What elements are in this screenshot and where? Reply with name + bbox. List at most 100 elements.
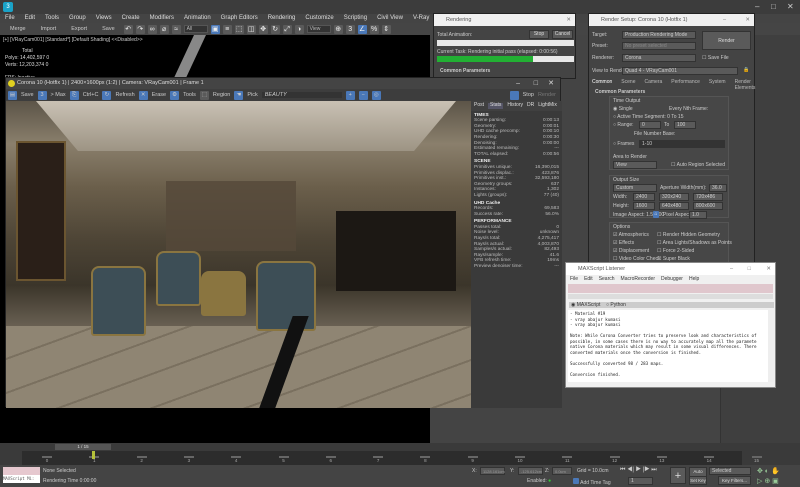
pick-icon[interactable]: ☚ xyxy=(234,90,244,100)
import-button[interactable]: Import xyxy=(35,26,63,32)
tab-post[interactable]: Post xyxy=(474,102,484,109)
bind-space-warp-icon[interactable]: ≈ xyxy=(171,24,181,34)
listener-menu-search[interactable]: Search xyxy=(599,276,615,282)
option-checkbox[interactable]: ☐ Area Lights/Shadows as Points xyxy=(657,240,732,246)
menu-views[interactable]: Views xyxy=(91,14,117,23)
y-coord-field[interactable]: -125.612cm xyxy=(518,467,543,475)
option-checkbox[interactable]: ☐ Force 2-Sided xyxy=(657,248,694,254)
listener-menu-debugger[interactable]: Debugger xyxy=(661,276,683,282)
listener-menu-macrorecorder[interactable]: MacroRecorder xyxy=(621,276,655,282)
menu-v-ray[interactable]: V-Ray xyxy=(408,14,434,23)
scale-icon[interactable]: ⤢ xyxy=(282,24,292,34)
tab-stats[interactable]: Stats xyxy=(488,102,504,109)
menu-modifiers[interactable]: Modifiers xyxy=(145,14,179,23)
minimize-icon[interactable]: – xyxy=(730,263,733,275)
aperture-field[interactable]: 36.0 xyxy=(709,184,727,192)
ref-coord-dropdown[interactable]: View xyxy=(306,25,331,33)
menu-graph-editors[interactable]: Graph Editors xyxy=(216,14,263,23)
rendered-image[interactable] xyxy=(6,101,471,408)
snap-toggle-icon[interactable]: 3 xyxy=(345,24,355,34)
viewport-nav-icons-2[interactable]: ▷ ⊕ ▣ xyxy=(757,477,779,485)
single-radio[interactable]: ◉ Single xyxy=(613,106,633,112)
copy-icon[interactable]: ⎘ xyxy=(69,90,79,100)
common-params-header[interactable]: Common Parameters xyxy=(440,68,490,74)
menu-edit[interactable]: Edit xyxy=(20,14,40,23)
tab-history[interactable]: History xyxy=(507,102,523,109)
render-button[interactable]: Render xyxy=(702,31,751,50)
playback-controls[interactable]: ⏮ ◀| ▶ |▶ ⏭ xyxy=(620,467,657,474)
channel-dropdown[interactable]: BEAUTY xyxy=(261,92,342,98)
save-icon[interactable]: ▤ xyxy=(8,90,17,100)
mini-listener-output[interactable]: MAXScript Mi: xyxy=(3,475,40,483)
vfb-tools-button[interactable]: Tools xyxy=(183,92,196,98)
vfb-pick-button[interactable]: Pick xyxy=(247,92,257,98)
viewport-label[interactable]: [+] [VRayCam001] [Standard*] [Default Sh… xyxy=(3,37,143,43)
maximize-icon[interactable]: □ xyxy=(748,263,751,275)
preset-dropdown[interactable]: No preset selected xyxy=(622,42,696,50)
menu-civil-view[interactable]: Civil View xyxy=(372,14,408,23)
target-dropdown[interactable]: Production Rendering Mode xyxy=(622,31,696,39)
lock-icon[interactable]: 🔒 xyxy=(743,67,749,73)
auto-region-checkbox[interactable]: ☐ Auto Region Selected xyxy=(671,162,725,168)
area-dropdown[interactable]: View xyxy=(613,161,657,169)
minimize-icon[interactable]: – xyxy=(723,14,726,26)
spinner-snap-icon[interactable]: ⇕ xyxy=(381,24,391,34)
vfb-region-button[interactable]: Region xyxy=(213,92,230,98)
current-frame-field[interactable]: 1 xyxy=(628,477,653,485)
close-icon[interactable]: ✕ xyxy=(745,14,750,26)
export-button[interactable]: Export xyxy=(65,26,93,32)
stop-button[interactable]: Stop xyxy=(529,30,549,39)
option-checkbox[interactable]: ☑ Displacement xyxy=(613,248,649,254)
stop-icon[interactable] xyxy=(509,90,519,100)
zoom-out-icon[interactable]: − xyxy=(358,90,368,100)
placement-icon[interactable]: ◑ xyxy=(294,24,304,34)
listener-output[interactable]: - Material #19 - vray abajur kumasi - vr… xyxy=(568,310,768,382)
minimize-icon[interactable]: – xyxy=(516,78,520,89)
maxscript-radio[interactable]: ◉ MAXScript xyxy=(571,302,600,308)
vfb-stop-button[interactable]: Stop xyxy=(523,92,534,98)
menu-rendering[interactable]: Rendering xyxy=(263,14,301,23)
menu-tools[interactable]: Tools xyxy=(40,14,64,23)
preset-320x240[interactable]: 320x240 xyxy=(659,193,689,201)
set-key-button[interactable]: Set Key xyxy=(689,476,707,485)
view-to-render-dropdown[interactable]: Quad 4 - VRayCam001 xyxy=(622,67,738,75)
range-from-field[interactable]: 0 xyxy=(639,121,661,129)
rotate-icon[interactable]: ↻ xyxy=(270,24,280,34)
close-icon[interactable]: ✕ xyxy=(766,263,771,275)
minimize-button[interactable]: – xyxy=(755,2,759,11)
preset-800x600[interactable]: 800x600 xyxy=(693,202,723,210)
key-mode-dropdown[interactable]: Selected xyxy=(709,467,751,475)
timeline-track[interactable]: 0 1 2 3 4 5 6 7 8 9 10 11 12 13 14 15 xyxy=(22,451,762,465)
time-marker[interactable] xyxy=(92,451,95,459)
select-object-icon[interactable]: ▣ xyxy=(210,24,220,34)
preset-640x480[interactable]: 640x480 xyxy=(659,202,689,210)
unlink-icon[interactable]: ⌀ xyxy=(159,24,169,34)
preset-720x486[interactable]: 720x486 xyxy=(693,193,723,201)
save-file-checkbox[interactable]: ☐ Save File xyxy=(702,55,729,61)
link-icon[interactable]: ∞ xyxy=(147,24,157,34)
menu-group[interactable]: Group xyxy=(64,14,91,23)
listener-menu-file[interactable]: File xyxy=(570,276,578,282)
tab-render-elements[interactable]: Render Elements xyxy=(735,79,756,91)
add-key-button[interactable]: + xyxy=(670,467,686,484)
option-checkbox[interactable]: ☑ Effects xyxy=(613,240,634,246)
enabled-toggle[interactable]: Enabled: ● xyxy=(527,478,551,484)
width-field[interactable]: 2400 xyxy=(633,193,655,201)
region-icon[interactable]: ⬚ xyxy=(199,90,209,100)
menu-customize[interactable]: Customize xyxy=(300,14,338,23)
close-button[interactable]: ✕ xyxy=(787,2,794,11)
vfb-tomax-button[interactable]: > Max xyxy=(51,92,66,98)
z-coord-field[interactable]: 0.0cm xyxy=(552,467,572,475)
mini-listener-input[interactable] xyxy=(3,467,40,475)
frames-field[interactable]: 1-10 xyxy=(639,140,725,148)
output-size-dropdown[interactable]: Custom xyxy=(613,184,657,192)
listener-menu-edit[interactable]: Edit xyxy=(584,276,593,282)
tab-lightmix[interactable]: LightMix xyxy=(538,102,557,109)
add-time-tag-button[interactable]: Add Time Tag xyxy=(573,478,611,486)
vfb-save-button[interactable]: Save xyxy=(21,92,34,98)
x-coord-field[interactable]: 1128.161cm xyxy=(480,467,505,475)
percent-snap-icon[interactable]: % xyxy=(369,24,379,34)
tab-camera[interactable]: Camera xyxy=(644,79,662,91)
vfb-copy-button[interactable]: Ctrl+C xyxy=(83,92,99,98)
python-radio[interactable]: ○ Python xyxy=(606,302,626,308)
